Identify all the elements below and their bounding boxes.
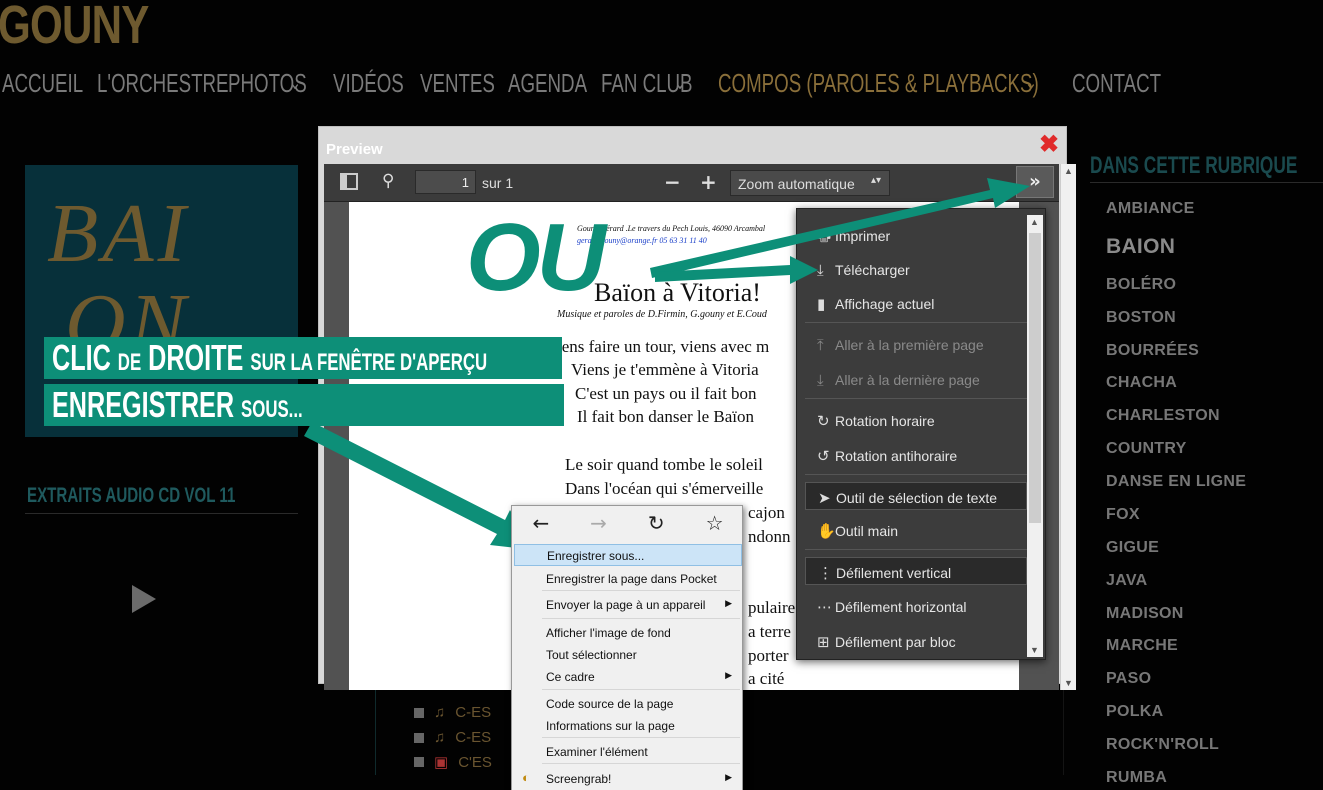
context-menu-label: Screengrab! [546, 772, 612, 786]
context-menu-item[interactable]: Enregistrer la page dans Pocket [514, 568, 742, 590]
reload-icon[interactable]: ↻ [648, 511, 665, 535]
context-menu-label: Enregistrer sous... [547, 549, 645, 563]
context-menu-item[interactable]: Ce cadre ▶ [514, 666, 742, 688]
arrow-to-more-tools [650, 178, 1030, 278]
context-menu-label: Ce cadre [546, 670, 595, 684]
instruction-line-2: ENREGISTRER SOUS... [52, 385, 303, 430]
chevron-right-icon: ▶ [725, 670, 732, 680]
forward-icon[interactable]: → [590, 511, 607, 535]
menu-separator [542, 689, 740, 690]
chevron-right-icon: ▶ [725, 772, 732, 782]
arrow-to-save-as [304, 422, 535, 550]
context-menu-label: Envoyer la page à un appareil [546, 598, 706, 612]
context-menu-item[interactable]: Informations sur la page [514, 715, 742, 737]
context-menu-label: Afficher l'image de fond [546, 626, 671, 640]
context-menu-item[interactable]: Afficher l'image de fond [514, 622, 742, 644]
context-menu-item[interactable]: Envoyer la page à un appareil ▶ [514, 594, 742, 616]
instruction-word: CLIC [52, 337, 111, 378]
context-menu-label: Informations sur la page [546, 719, 675, 733]
context-menu-item[interactable]: Examiner l'élément [514, 741, 742, 763]
context-menu-label: Enregistrer la page dans Pocket [546, 572, 717, 586]
instruction-word: ENREGISTRER [52, 384, 235, 425]
instruction-line-1: CLIC DE DROITE SUR LA FENÊTRE D'APERÇU [52, 338, 487, 383]
context-menu-item[interactable]: Enregistrer sous... [514, 544, 742, 566]
context-menu-label: Code source de la page [546, 697, 674, 711]
instruction-word: SUR LA FENÊTRE D'APERÇU [250, 349, 488, 376]
menu-separator [542, 590, 740, 591]
context-menu-item[interactable]: Tout sélectionner [514, 644, 742, 666]
menu-separator [542, 737, 740, 738]
context-menu-label: Examiner l'élément [546, 745, 648, 759]
instruction-word: DROITE [148, 337, 244, 378]
context-menu-label: Tout sélectionner [546, 648, 637, 662]
instruction-banner-2: ENREGISTRER SOUS... [44, 384, 564, 426]
context-menu-item[interactable]: Code source de la page [514, 693, 742, 715]
star-icon[interactable]: ☆ [706, 511, 724, 535]
context-nav-row: ← → ↻ ☆ [512, 506, 744, 540]
ou-label: OU [466, 204, 606, 311]
instruction-word: SOUS... [241, 396, 303, 423]
instruction-banner-1: CLIC DE DROITE SUR LA FENÊTRE D'APERÇU [44, 337, 562, 379]
menu-separator [542, 618, 740, 619]
instruction-word: DE [117, 349, 142, 376]
menu-separator [542, 763, 740, 764]
context-menu-item[interactable]: ◐ Screengrab! ▶ [514, 768, 742, 790]
screengrab-icon: ◐ [522, 770, 530, 785]
back-icon[interactable]: ← [532, 511, 549, 535]
context-menu: ← → ↻ ☆ Enregistrer sous... Enregistrer l… [511, 505, 743, 790]
chevron-right-icon: ▶ [725, 598, 732, 608]
